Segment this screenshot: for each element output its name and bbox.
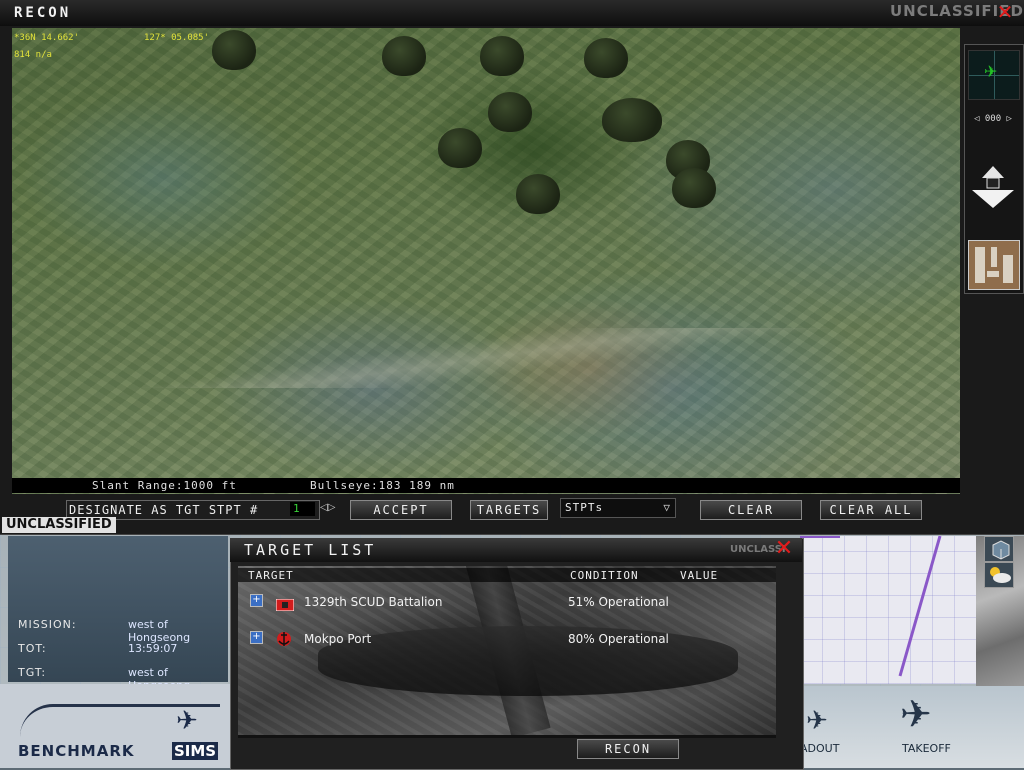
- target-condition: 80% Operational: [568, 632, 669, 646]
- tgt-label: TGT:: [18, 666, 47, 679]
- mission-info-panel: MISSION: west of Hongseong TOT: 13:59:07…: [8, 536, 228, 692]
- expand-button[interactable]: +: [250, 594, 263, 607]
- takeoff-label[interactable]: TAKEOFF: [902, 742, 951, 755]
- map-thumbnail-icon[interactable]: [968, 240, 1020, 290]
- tree: [438, 128, 482, 168]
- target-list-title: TARGET LIST: [244, 541, 377, 559]
- coordinate-latitude: *36N 14.662': [14, 33, 80, 43]
- zoom-arrows-icon[interactable]: [970, 164, 1016, 210]
- takeoff-jet-icon[interactable]: ✈: [900, 692, 932, 736]
- terrain-imagery: [12, 28, 960, 494]
- coordinate-longitude: 127* 05.085': [144, 33, 210, 43]
- tree: [212, 30, 256, 70]
- tree: [584, 38, 628, 78]
- port-anchor-icon: [276, 629, 292, 653]
- logo-text-sims: SIMS: [172, 742, 219, 760]
- slant-range-readout: Slant Range:1000 ft: [92, 479, 237, 492]
- heading-control[interactable]: ◁ 000 ▷: [966, 114, 1020, 124]
- coordinate-elevation: 814 n/a: [14, 50, 52, 60]
- weather-icon[interactable]: [984, 562, 1014, 588]
- stpt-stepper-icon[interactable]: ◁▷: [320, 502, 335, 513]
- logo-text: BENCHMARK: [18, 742, 135, 760]
- target-name: 1329th SCUD Battalion: [304, 595, 443, 609]
- logo-jet-icon: ✈: [176, 706, 198, 736]
- stpt-dropdown-value: STPTs: [565, 501, 604, 514]
- close-icon[interactable]: ✕: [774, 538, 794, 560]
- mission-label: MISSION:: [18, 618, 77, 631]
- target-condition: 51% Operational: [568, 595, 669, 609]
- stpt-number-field[interactable]: 1: [290, 502, 315, 516]
- scud-icon: [275, 596, 295, 615]
- recon-titlebar[interactable]: [0, 0, 1024, 26]
- tree: [602, 98, 662, 142]
- tree: [672, 168, 716, 208]
- chevron-down-icon: ▽: [663, 501, 671, 514]
- header-value: VALUE: [680, 569, 719, 582]
- terrain-road: [12, 328, 960, 388]
- target-name: Mokpo Port: [304, 632, 372, 646]
- recon-3d-viewport[interactable]: [12, 28, 960, 494]
- plane-icon: ✈: [984, 62, 998, 81]
- table-row[interactable]: + 1329th SCUD Battalion 51% Operational: [238, 590, 776, 618]
- clear-button[interactable]: CLEAR: [700, 500, 802, 520]
- recon-status-bar: Slant Range:1000 ft Bullseye:183 189 nm: [12, 478, 960, 493]
- targets-button[interactable]: TARGETS: [470, 500, 548, 520]
- expand-button[interactable]: +: [250, 631, 263, 644]
- recon-title: RECON: [14, 5, 72, 21]
- flight-plan-map[interactable]: [800, 536, 976, 684]
- header-target: TARGET: [248, 569, 294, 582]
- classification-label-left: UNCLASSIFIED: [2, 517, 116, 533]
- header-condition: CONDITION: [570, 569, 639, 582]
- tree: [516, 174, 560, 214]
- target-list-footer: [238, 738, 776, 766]
- tree: [480, 36, 524, 76]
- mission-value: west of Hongseong: [128, 618, 191, 644]
- bullseye-readout: Bullseye:183 189 nm: [310, 479, 455, 492]
- loadout-jet-icon[interactable]: ✈: [806, 706, 828, 736]
- close-icon[interactable]: ✕: [996, 2, 1014, 22]
- table-row[interactable]: + Mokpo Port 80% Operational: [238, 627, 776, 655]
- tree: [382, 36, 426, 76]
- stpt-dropdown[interactable]: STPTs ▽: [560, 498, 676, 518]
- tot-value: 13:59:07: [128, 642, 178, 655]
- loadout-label[interactable]: ADOUT: [800, 742, 839, 755]
- cube-icon[interactable]: [984, 536, 1014, 562]
- clear-all-button[interactable]: CLEAR ALL: [820, 500, 922, 520]
- accept-button[interactable]: ACCEPT: [350, 500, 452, 520]
- tree: [488, 92, 532, 132]
- recon-button[interactable]: RECON: [577, 739, 679, 759]
- tot-label: TOT:: [18, 642, 47, 655]
